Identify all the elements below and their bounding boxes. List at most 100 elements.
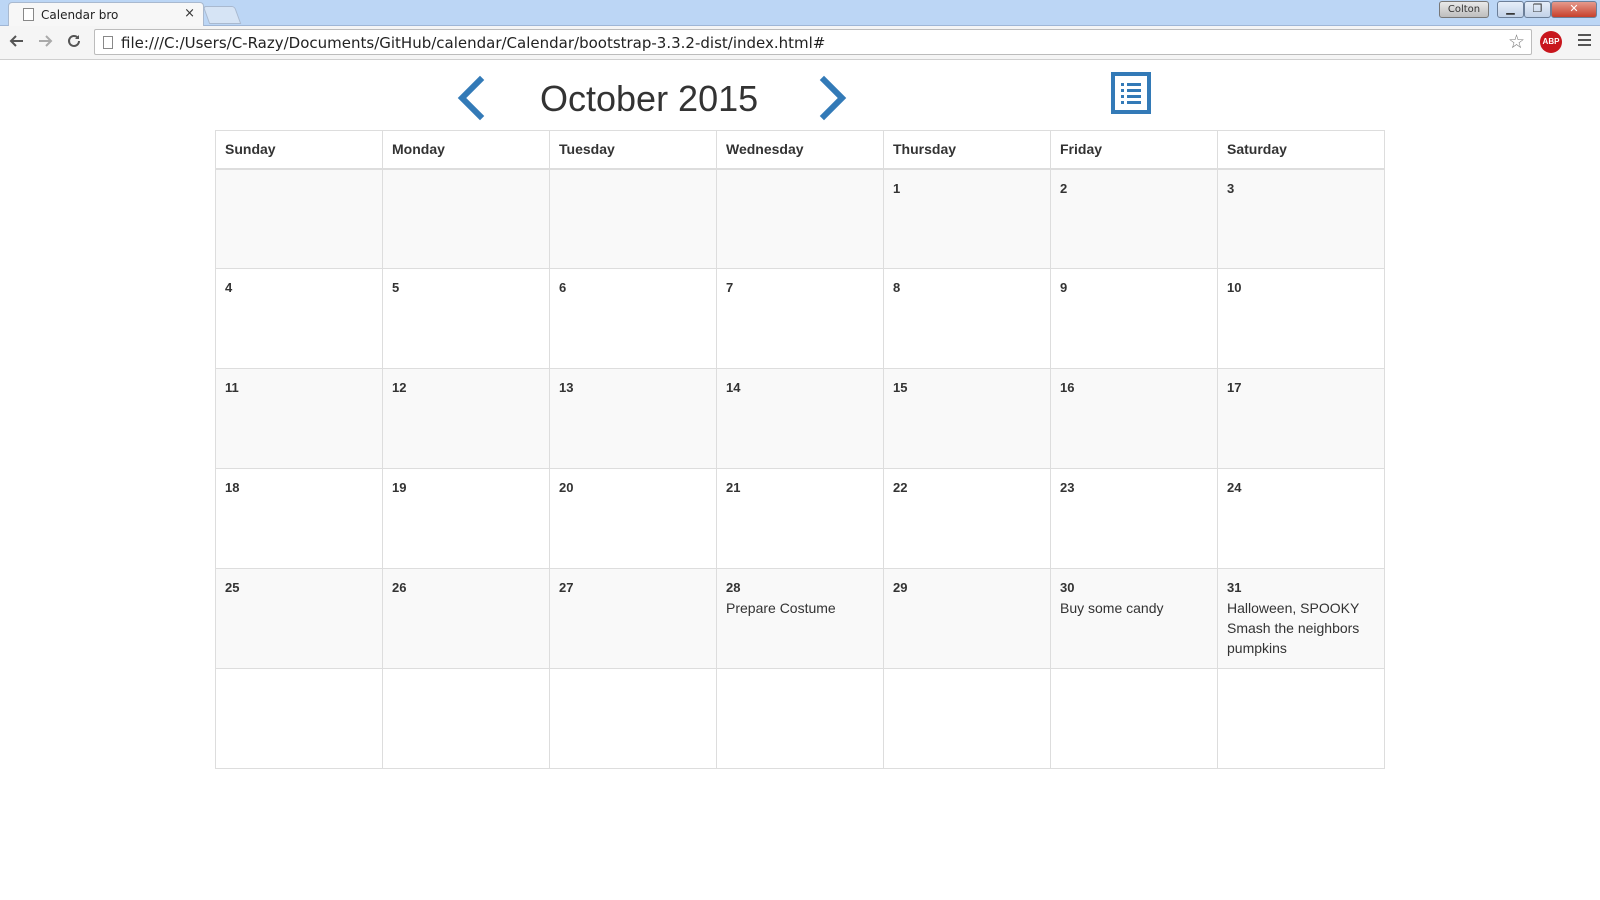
day-cell[interactable]: 4 xyxy=(215,268,383,369)
day-number: 14 xyxy=(726,380,741,395)
tab-close-icon[interactable]: × xyxy=(184,6,195,21)
calendar-event[interactable]: Halloween, SPOOKY xyxy=(1227,598,1375,618)
day-cell[interactable]: 23 xyxy=(1050,468,1218,569)
day-cell[interactable]: 11 xyxy=(215,368,383,469)
day-number: 19 xyxy=(392,480,407,495)
day-cell[interactable]: 8 xyxy=(883,268,1051,369)
browser-toolbar: file:///C:/Users/C-Razy/Documents/GitHub… xyxy=(0,26,1600,60)
menu-icon[interactable] xyxy=(1578,34,1591,49)
reload-icon[interactable] xyxy=(63,32,85,54)
day-cell[interactable]: 14 xyxy=(716,368,884,469)
calendar-event[interactable]: Prepare Costume xyxy=(726,598,874,618)
weekday-header: Tuesday xyxy=(549,130,717,170)
arrow-right-icon[interactable] xyxy=(34,32,56,54)
day-number: 20 xyxy=(559,480,574,495)
day-cell[interactable]: 16 xyxy=(1050,368,1218,469)
day-cell[interactable] xyxy=(549,168,717,269)
address-bar[interactable]: file:///C:/Users/C-Razy/Documents/GitHub… xyxy=(94,29,1532,55)
day-cell[interactable] xyxy=(215,168,383,269)
calendar-body: 1 2 3 4 5 6 7 8 9 10 11 12 13 14 15 16 17 18 19 20 21 22 23 24 2… xyxy=(215,168,1385,769)
minimize-button[interactable]: ▁ xyxy=(1497,1,1524,18)
arrow-left-icon[interactable] xyxy=(6,32,28,54)
day-cell[interactable] xyxy=(1050,668,1218,769)
day-cell[interactable]: 1 xyxy=(883,168,1051,269)
week-row: 1 2 3 xyxy=(215,168,1385,269)
tab-title: Calendar bro xyxy=(41,8,119,22)
day-number: 8 xyxy=(893,280,901,295)
day-number: 25 xyxy=(225,580,240,595)
day-cell[interactable]: 19 xyxy=(382,468,550,569)
day-cell[interactable] xyxy=(716,668,884,769)
day-cell[interactable] xyxy=(883,668,1051,769)
day-cell[interactable]: 9 xyxy=(1050,268,1218,369)
day-cell[interactable]: 2 xyxy=(1050,168,1218,269)
day-number: 28 xyxy=(726,580,741,595)
day-cell[interactable]: 6 xyxy=(549,268,717,369)
day-cell[interactable]: 25 xyxy=(215,568,383,669)
bookmark-star-icon[interactable]: ☆ xyxy=(1508,31,1525,53)
calendar-grid: Sunday Monday Tuesday Wednesday Thursday… xyxy=(215,130,1385,769)
day-cell[interactable] xyxy=(716,168,884,269)
day-number: 2 xyxy=(1060,180,1068,196)
day-cell[interactable]: 18 xyxy=(215,468,383,569)
day-cell[interactable]: 24 xyxy=(1217,468,1385,569)
day-cell[interactable] xyxy=(549,668,717,769)
weekday-header: Thursday xyxy=(883,130,1051,170)
day-cell[interactable]: 5 xyxy=(382,268,550,369)
week-row: 4 5 6 7 8 9 10 xyxy=(215,268,1385,369)
browser-tab[interactable]: Calendar bro × xyxy=(8,2,204,26)
day-number: 3 xyxy=(1227,180,1235,196)
day-cell[interactable]: 17 xyxy=(1217,368,1385,469)
day-cell[interactable]: 21 xyxy=(716,468,884,569)
day-cell[interactable]: 10 xyxy=(1217,268,1385,369)
adblock-icon[interactable]: ABP xyxy=(1540,31,1562,53)
list-view-icon[interactable] xyxy=(1111,72,1151,114)
day-number: 29 xyxy=(893,580,908,595)
day-cell[interactable]: 22 xyxy=(883,468,1051,569)
day-cell[interactable]: 13 xyxy=(549,368,717,469)
close-window-button[interactable]: ✕ xyxy=(1551,1,1597,18)
week-row: 18 19 20 21 22 23 24 xyxy=(215,468,1385,569)
day-number: 1 xyxy=(893,180,901,196)
weekday-header: Saturday xyxy=(1217,130,1385,170)
document-icon xyxy=(23,8,34,21)
day-number: 11 xyxy=(225,380,239,395)
day-number: 31 xyxy=(1227,580,1242,595)
day-cell[interactable]: 31 Halloween, SPOOKY Smash the neighbors p… xyxy=(1217,568,1385,669)
day-cell[interactable]: 7 xyxy=(716,268,884,369)
day-cell[interactable]: 20 xyxy=(549,468,717,569)
day-number: 6 xyxy=(559,280,567,295)
day-number: 26 xyxy=(392,580,407,595)
day-number: 9 xyxy=(1060,280,1068,295)
previous-month-icon[interactable] xyxy=(452,74,492,122)
next-month-icon[interactable] xyxy=(814,74,854,122)
calendar-event[interactable]: Buy some candy xyxy=(1060,598,1208,618)
day-cell[interactable] xyxy=(382,668,550,769)
day-cell[interactable] xyxy=(215,668,383,769)
day-cell[interactable] xyxy=(382,168,550,269)
day-cell[interactable]: 29 xyxy=(883,568,1051,669)
maximize-button[interactable]: ❐ xyxy=(1524,1,1551,18)
day-cell[interactable]: 12 xyxy=(382,368,550,469)
day-cell[interactable]: 30 Buy some candy xyxy=(1050,568,1218,669)
calendar-event[interactable]: Smash the neighbors pumpkins xyxy=(1227,618,1375,658)
day-number: 22 xyxy=(893,480,908,495)
day-number: 5 xyxy=(392,280,400,295)
new-tab-button[interactable] xyxy=(202,6,242,24)
day-cell[interactable]: 3 xyxy=(1217,168,1385,269)
day-cell[interactable]: 27 xyxy=(549,568,717,669)
day-cell[interactable] xyxy=(1217,668,1385,769)
day-cell[interactable]: 15 xyxy=(883,368,1051,469)
profile-badge[interactable]: Colton xyxy=(1439,1,1489,18)
weekday-header: Friday xyxy=(1050,130,1218,170)
day-number: 16 xyxy=(1060,380,1075,395)
day-number: 27 xyxy=(559,580,574,595)
day-number: 10 xyxy=(1227,280,1242,295)
day-number: 17 xyxy=(1227,380,1242,395)
month-title: October 2015 xyxy=(540,78,759,119)
day-cell[interactable]: 26 xyxy=(382,568,550,669)
week-row: 25 26 27 28 Prepare Costume 29 30 Buy some cand… xyxy=(215,568,1385,669)
day-number: 21 xyxy=(726,480,741,495)
url-text[interactable]: file:///C:/Users/C-Razy/Documents/GitHub… xyxy=(121,34,825,52)
day-cell[interactable]: 28 Prepare Costume xyxy=(716,568,884,669)
